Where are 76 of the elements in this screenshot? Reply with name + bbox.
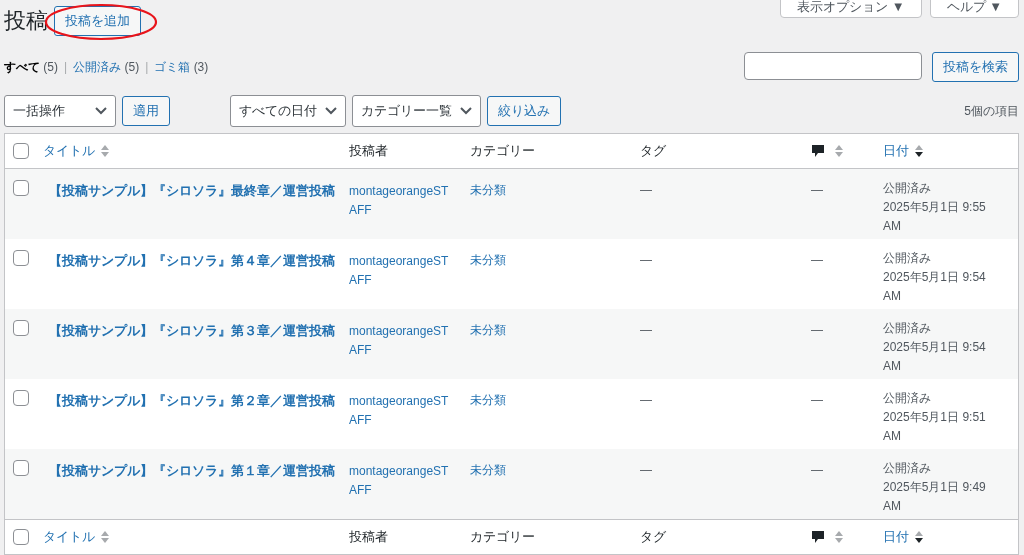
- add-post-button[interactable]: 投稿を追加: [54, 6, 141, 36]
- post-date: 2025年5月1日 9:55 AM: [883, 199, 987, 235]
- comment-icon[interactable]: [811, 144, 825, 158]
- page-title: 投稿: [4, 7, 48, 35]
- comments-cell: —: [811, 463, 823, 477]
- post-title-link[interactable]: 【投稿サンプル】『シロソラ』第２章／運営投稿: [43, 393, 335, 408]
- comments-cell: —: [811, 323, 823, 337]
- category-link[interactable]: 未分類: [470, 183, 506, 197]
- post-status: 公開済み: [883, 250, 932, 267]
- checkbox[interactable]: [13, 143, 29, 159]
- column-header: カテゴリー: [470, 529, 535, 544]
- apply-button[interactable]: 適用: [122, 96, 170, 126]
- checkbox[interactable]: [13, 529, 29, 545]
- filter-button[interactable]: 絞り込み: [487, 96, 561, 126]
- sort-arrows-icon[interactable]: [915, 144, 923, 158]
- chevron-down-icon: [325, 107, 337, 115]
- post-status: 公開済み: [883, 320, 932, 337]
- category-link[interactable]: 未分類: [470, 463, 506, 477]
- tags-cell: —: [640, 183, 652, 197]
- checkbox[interactable]: [13, 250, 29, 266]
- screen-meta-tab[interactable]: ヘルプ ▼: [929, 0, 1019, 18]
- item-count: 5個の項目: [964, 102, 1019, 120]
- chevron-down-icon: [95, 107, 107, 115]
- chevron-down-icon: [460, 107, 472, 115]
- separator: |: [64, 60, 68, 74]
- screen-meta-tab[interactable]: 表示オプション ▼: [780, 0, 922, 18]
- column-header: カテゴリー: [470, 143, 535, 158]
- title-column-link[interactable]: タイトル: [43, 528, 95, 546]
- post-date: 2025年5月1日 9:49 AM: [883, 479, 987, 515]
- date-column-link[interactable]: 日付: [883, 142, 909, 160]
- author-link[interactable]: montageorangeSTAFF: [349, 392, 470, 430]
- tags-cell: —: [640, 253, 652, 267]
- author-link[interactable]: montageorangeSTAFF: [349, 462, 470, 500]
- tags-cell: —: [640, 323, 652, 337]
- post-status: 公開済み: [883, 390, 932, 407]
- checkbox[interactable]: [13, 320, 29, 336]
- comments-cell: —: [811, 253, 823, 267]
- author-link[interactable]: montageorangeSTAFF: [349, 322, 470, 360]
- view-filter-link[interactable]: ゴミ箱 (3): [154, 58, 209, 76]
- separator: |: [145, 60, 149, 74]
- category-link[interactable]: 未分類: [470, 253, 506, 267]
- post-date: 2025年5月1日 9:54 AM: [883, 269, 987, 305]
- view-filter-link[interactable]: 公開済み (5): [73, 58, 140, 76]
- tags-cell: —: [640, 463, 652, 477]
- post-title-link[interactable]: 【投稿サンプル】『シロソラ』第４章／運営投稿: [43, 253, 335, 268]
- title-column-link[interactable]: タイトル: [43, 142, 95, 160]
- column-header: タグ: [640, 529, 666, 544]
- column-header: 投稿者: [349, 529, 388, 544]
- category-link[interactable]: 未分類: [470, 323, 506, 337]
- author-link[interactable]: montageorangeSTAFF: [349, 182, 470, 220]
- post-status: 公開済み: [883, 460, 932, 477]
- post-status: 公開済み: [883, 180, 932, 197]
- author-link[interactable]: montageorangeSTAFF: [349, 252, 470, 290]
- comments-cell: —: [811, 393, 823, 407]
- tags-cell: —: [640, 393, 652, 407]
- sort-arrows-icon[interactable]: [915, 530, 923, 544]
- post-title-link[interactable]: 【投稿サンプル】『シロソラ』最終章／運営投稿: [43, 183, 335, 198]
- search-button[interactable]: 投稿を検索: [932, 52, 1019, 82]
- category-filter-dropdown[interactable]: カテゴリー一覧: [352, 95, 481, 127]
- post-title-link[interactable]: 【投稿サンプル】『シロソラ』第３章／運営投稿: [43, 323, 335, 338]
- date-filter-dropdown[interactable]: すべての日付: [230, 95, 346, 127]
- checkbox[interactable]: [13, 390, 29, 406]
- post-date: 2025年5月1日 9:54 AM: [883, 339, 987, 375]
- checkbox[interactable]: [13, 460, 29, 476]
- search-field[interactable]: [744, 52, 922, 80]
- column-header: タグ: [640, 143, 666, 158]
- column-header: 投稿者: [349, 143, 388, 158]
- post-title-link[interactable]: 【投稿サンプル】『シロソラ』第１章／運営投稿: [43, 463, 335, 478]
- checkbox[interactable]: [13, 180, 29, 196]
- view-filter-link[interactable]: すべて (5): [4, 58, 58, 76]
- post-date: 2025年5月1日 9:51 AM: [883, 409, 987, 445]
- bulk-action-dropdown[interactable]: 一括操作: [4, 95, 116, 127]
- comments-cell: —: [811, 183, 823, 197]
- date-column-link[interactable]: 日付: [883, 528, 909, 546]
- category-link[interactable]: 未分類: [470, 393, 506, 407]
- comment-icon[interactable]: [811, 530, 825, 544]
